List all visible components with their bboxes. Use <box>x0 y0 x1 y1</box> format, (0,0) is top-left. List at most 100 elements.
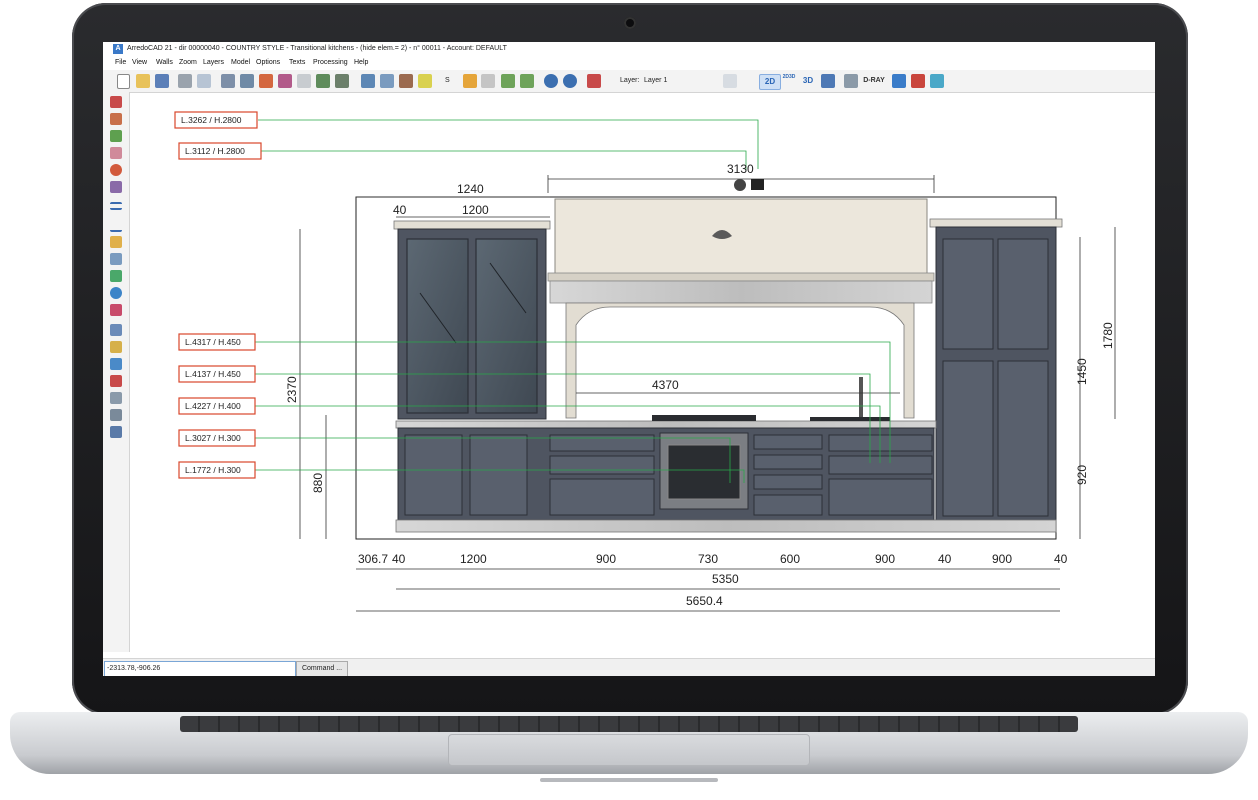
tall-door-upper-right[interactable] <box>997 238 1049 350</box>
layer-select[interactable]: Layer 1 <box>644 70 667 92</box>
tall-door-lower-left[interactable] <box>942 360 994 517</box>
countertop <box>395 420 937 429</box>
dim-tall-total: 1780 <box>1101 322 1115 349</box>
dim-bottom-10: 40 <box>1054 552 1068 566</box>
new-icon[interactable] <box>117 74 130 89</box>
erase-icon[interactable] <box>110 147 122 159</box>
layers-tool-icon[interactable] <box>110 324 122 336</box>
drawer-4[interactable] <box>753 434 823 450</box>
s-label[interactable]: S <box>445 70 450 92</box>
lamp-icon[interactable] <box>844 74 858 88</box>
drawer-2[interactable] <box>549 455 655 475</box>
view-2d3d-button[interactable]: 2D3D <box>782 74 796 88</box>
drawer-1[interactable] <box>549 434 655 452</box>
arredo-icon[interactable] <box>892 74 906 88</box>
camera-view-icon[interactable] <box>821 74 835 88</box>
base-door-2[interactable] <box>469 434 528 516</box>
menu-options[interactable]: Options <box>256 56 280 70</box>
main-toolbar: S Layer: Layer 1 2D 2D3D 3D D-RAY <box>103 70 1155 93</box>
pencil-icon[interactable] <box>110 253 122 265</box>
door-icon[interactable] <box>240 74 254 88</box>
solid-cube-icon[interactable] <box>335 74 349 88</box>
menu-view[interactable]: View <box>132 56 147 70</box>
grid-tool-icon[interactable] <box>110 236 122 248</box>
wireframe-icon[interactable] <box>297 74 311 88</box>
cube-icon[interactable] <box>316 74 330 88</box>
drawer-8[interactable] <box>828 434 933 452</box>
menu-processing[interactable]: Processing <box>313 56 348 70</box>
title-bar: A ArredoCAD 21 - dir 00000040 - COUNTRY … <box>103 42 1155 56</box>
command-button[interactable]: Command ... <box>296 661 348 676</box>
laptop-foot <box>540 778 718 782</box>
gallery-icon[interactable] <box>361 74 375 88</box>
camera-icon <box>624 17 636 29</box>
dim-bottom-3: 1200 <box>460 552 487 566</box>
drawing-canvas[interactable]: 3130 1240 40 1200 4370 2370 880 1780 145… <box>130 93 1155 653</box>
refresh-icon[interactable] <box>110 164 122 176</box>
menu-walls[interactable]: Walls <box>156 56 173 70</box>
render-icon[interactable] <box>587 74 601 88</box>
undo-icon[interactable] <box>544 74 558 88</box>
settings-icon[interactable] <box>380 74 394 88</box>
menu-help[interactable]: Help <box>354 56 368 70</box>
snap-icon[interactable] <box>481 74 495 88</box>
dim-bottom-2: 40 <box>392 552 406 566</box>
oven-window <box>667 444 741 500</box>
tall-door-upper-left[interactable] <box>942 238 994 350</box>
drawer-7[interactable] <box>753 494 823 516</box>
module-icon[interactable] <box>110 358 122 370</box>
view-3d-button[interactable]: 3D <box>800 74 816 88</box>
search-tool-icon[interactable] <box>110 392 122 404</box>
menu-file[interactable]: File <box>115 56 126 70</box>
view-2d-button[interactable]: 2D <box>759 74 781 90</box>
glass-door-left[interactable] <box>406 238 469 414</box>
tools-icon[interactable] <box>399 74 413 88</box>
menu-zoom[interactable]: Zoom <box>179 56 197 70</box>
menu-texts[interactable]: Texts <box>289 56 305 70</box>
group-icon[interactable] <box>110 426 122 438</box>
copy-icon[interactable] <box>110 113 122 125</box>
menu-layers[interactable]: Layers <box>203 56 224 70</box>
drawer-6[interactable] <box>753 474 823 490</box>
info-icon[interactable] <box>110 287 122 299</box>
plinth <box>395 519 1057 533</box>
open-icon[interactable] <box>136 74 150 88</box>
view-options-icon[interactable] <box>723 74 737 88</box>
base-door-1[interactable] <box>404 434 463 516</box>
preview-icon[interactable] <box>197 74 211 88</box>
box-icon[interactable] <box>259 74 273 88</box>
folder-tool-icon[interactable] <box>110 341 122 353</box>
catalog-icon[interactable] <box>911 74 925 88</box>
drawer-3[interactable] <box>549 478 655 516</box>
mirror-icon[interactable] <box>110 181 122 193</box>
app-logo-icon: A <box>113 44 123 54</box>
rotate-icon[interactable] <box>110 130 122 142</box>
drawer-5[interactable] <box>753 454 823 470</box>
grid-icon[interactable] <box>418 74 432 88</box>
glass-door-right[interactable] <box>475 238 538 414</box>
side-toolbar <box>103 92 130 652</box>
dray-button[interactable]: D-RAY <box>861 74 887 88</box>
object-icon[interactable] <box>278 74 292 88</box>
users-icon[interactable] <box>110 409 122 421</box>
perpendicular-icon[interactable] <box>110 218 122 232</box>
walls-icon[interactable] <box>221 74 235 88</box>
library-icon[interactable] <box>110 375 122 387</box>
drawer-9[interactable] <box>828 455 933 475</box>
measure-icon[interactable] <box>110 304 122 316</box>
material-icon[interactable] <box>463 74 477 88</box>
drawer-10[interactable] <box>828 478 933 516</box>
add-icon[interactable] <box>110 270 122 282</box>
tall-door-lower-right[interactable] <box>997 360 1049 517</box>
save-icon[interactable] <box>155 74 169 88</box>
move-icon[interactable] <box>110 96 122 108</box>
menu-model[interactable]: Model <box>231 56 250 70</box>
parallel-icon[interactable] <box>110 202 122 210</box>
label-4: L.4137 / H.450 <box>185 369 241 379</box>
print-icon[interactable] <box>178 74 192 88</box>
plane-icon[interactable] <box>501 74 515 88</box>
redo-icon[interactable] <box>563 74 577 88</box>
tool-a-icon[interactable] <box>930 74 944 88</box>
coordinates-input[interactable] <box>104 661 296 676</box>
plane-edit-icon[interactable] <box>520 74 534 88</box>
